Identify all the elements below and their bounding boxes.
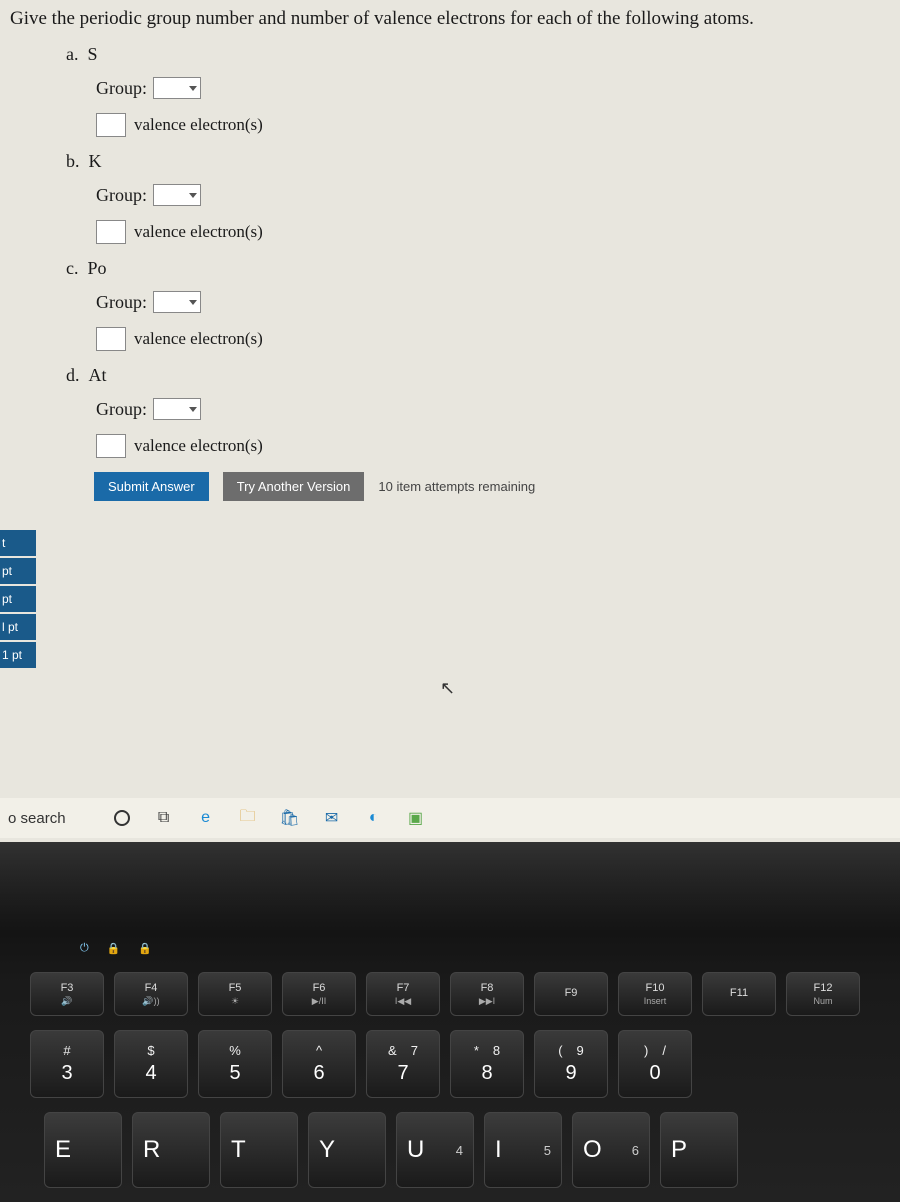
valence-label: valence electron(s) xyxy=(134,115,263,135)
side-tab[interactable]: pt xyxy=(0,558,36,584)
valence-input-a[interactable] xyxy=(96,113,126,137)
group-label: Group: xyxy=(96,292,147,313)
fn-key: F8▶▶I xyxy=(450,972,524,1016)
number-key: *88 xyxy=(450,1030,524,1098)
points-sidebar: t pt pt l pt 1 pt xyxy=(0,530,36,668)
letter-key: U4 xyxy=(396,1112,474,1188)
letter-key-row: ERTYU4I5O6P xyxy=(44,1112,738,1188)
fn-key: F5☀ xyxy=(198,972,272,1016)
fn-key: F11 xyxy=(702,972,776,1016)
question-content: a. S Group: valence electron(s) b. K Gro… xyxy=(48,44,900,501)
attempts-remaining: 10 item attempts remaining xyxy=(378,479,535,494)
side-tab[interactable]: pt xyxy=(0,586,36,612)
letter-key: I5 xyxy=(484,1112,562,1188)
side-tab[interactable]: l pt xyxy=(0,614,36,640)
submit-button[interactable]: Submit Answer xyxy=(94,472,209,501)
group-select-d[interactable] xyxy=(153,398,201,420)
item-b: b. K Group: valence electron(s) xyxy=(66,151,888,244)
valence-label: valence electron(s) xyxy=(134,436,263,456)
item-label: d. At xyxy=(66,365,888,386)
edge-icon[interactable]: e xyxy=(196,808,216,828)
chevron-down-icon xyxy=(189,193,197,198)
number-key: %5 xyxy=(198,1030,272,1098)
mail-icon[interactable]: ✉ xyxy=(322,808,342,828)
valence-label: valence electron(s) xyxy=(134,329,263,349)
group-label: Group: xyxy=(96,185,147,206)
number-key: $4 xyxy=(114,1030,188,1098)
item-label: a. S xyxy=(66,44,888,65)
group-select-c[interactable] xyxy=(153,291,201,313)
valence-input-d[interactable] xyxy=(96,434,126,458)
task-view-icon[interactable]: ⧉ xyxy=(154,808,174,828)
number-key: &77 xyxy=(366,1030,440,1098)
cursor-icon: ↖ xyxy=(440,678,455,699)
fn-key: F3🔊 xyxy=(30,972,104,1016)
physical-keyboard: ⏻ 🔒 🔒 F3🔊F4🔊))F5☀F6▶/IIF7I◀◀F8▶▶IF9F10In… xyxy=(0,842,900,1202)
question-prompt: Give the periodic group number and numbe… xyxy=(0,0,900,44)
number-key: #3 xyxy=(30,1030,104,1098)
letter-key: Y xyxy=(308,1112,386,1188)
group-label: Group: xyxy=(96,399,147,420)
side-tab[interactable]: t xyxy=(0,530,36,556)
browser-icon[interactable]: ◐ xyxy=(364,808,384,828)
lock-led-icon: 🔒 xyxy=(138,942,152,955)
fn-key: F6▶/II xyxy=(282,972,356,1016)
letter-key: E xyxy=(44,1112,122,1188)
number-key: ^6 xyxy=(282,1030,356,1098)
number-key: )/0 xyxy=(618,1030,692,1098)
try-another-button[interactable]: Try Another Version xyxy=(223,472,365,501)
valence-input-b[interactable] xyxy=(96,220,126,244)
fn-key: F10Insert xyxy=(618,972,692,1016)
valence-label: valence electron(s) xyxy=(134,222,263,242)
lock-led-icon: 🔒 xyxy=(107,942,121,955)
store-icon[interactable]: 🛍 xyxy=(280,808,300,828)
letter-key: P xyxy=(660,1112,738,1188)
fn-key: F9 xyxy=(534,972,608,1016)
fn-key: F4🔊)) xyxy=(114,972,188,1016)
chevron-down-icon xyxy=(189,300,197,305)
valence-input-c[interactable] xyxy=(96,327,126,351)
number-key: (99 xyxy=(534,1030,608,1098)
group-select-a[interactable] xyxy=(153,77,201,99)
fn-key: F12Num xyxy=(786,972,860,1016)
item-label: b. K xyxy=(66,151,888,172)
letter-key: O6 xyxy=(572,1112,650,1188)
function-key-row: F3🔊F4🔊))F5☀F6▶/IIF7I◀◀F8▶▶IF9F10InsertF1… xyxy=(30,972,860,1016)
item-c: c. Po Group: valence electron(s) xyxy=(66,258,888,351)
app-icon[interactable]: ▣ xyxy=(406,808,426,828)
letter-key: R xyxy=(132,1112,210,1188)
chevron-down-icon xyxy=(189,407,197,412)
chevron-down-icon xyxy=(189,86,197,91)
letter-key: T xyxy=(220,1112,298,1188)
search-text[interactable]: o search xyxy=(8,810,66,827)
item-d: d. At Group: valence electron(s) xyxy=(66,365,888,458)
side-tab[interactable]: 1 pt xyxy=(0,642,36,668)
item-label: c. Po xyxy=(66,258,888,279)
group-select-b[interactable] xyxy=(153,184,201,206)
group-label: Group: xyxy=(96,78,147,99)
cortana-icon[interactable] xyxy=(112,808,132,828)
number-key-row: #3$4%5^6&77*88(99)/0 xyxy=(30,1030,692,1098)
taskbar: o search ⧉ e 🗀 🛍 ✉ ◐ ▣ xyxy=(0,798,900,838)
explorer-icon[interactable]: 🗀 xyxy=(238,808,258,828)
item-a: a. S Group: valence electron(s) xyxy=(66,44,888,137)
action-row: Submit Answer Try Another Version 10 ite… xyxy=(94,472,888,501)
power-led-icon: ⏻ xyxy=(80,942,89,955)
fn-key: F7I◀◀ xyxy=(366,972,440,1016)
